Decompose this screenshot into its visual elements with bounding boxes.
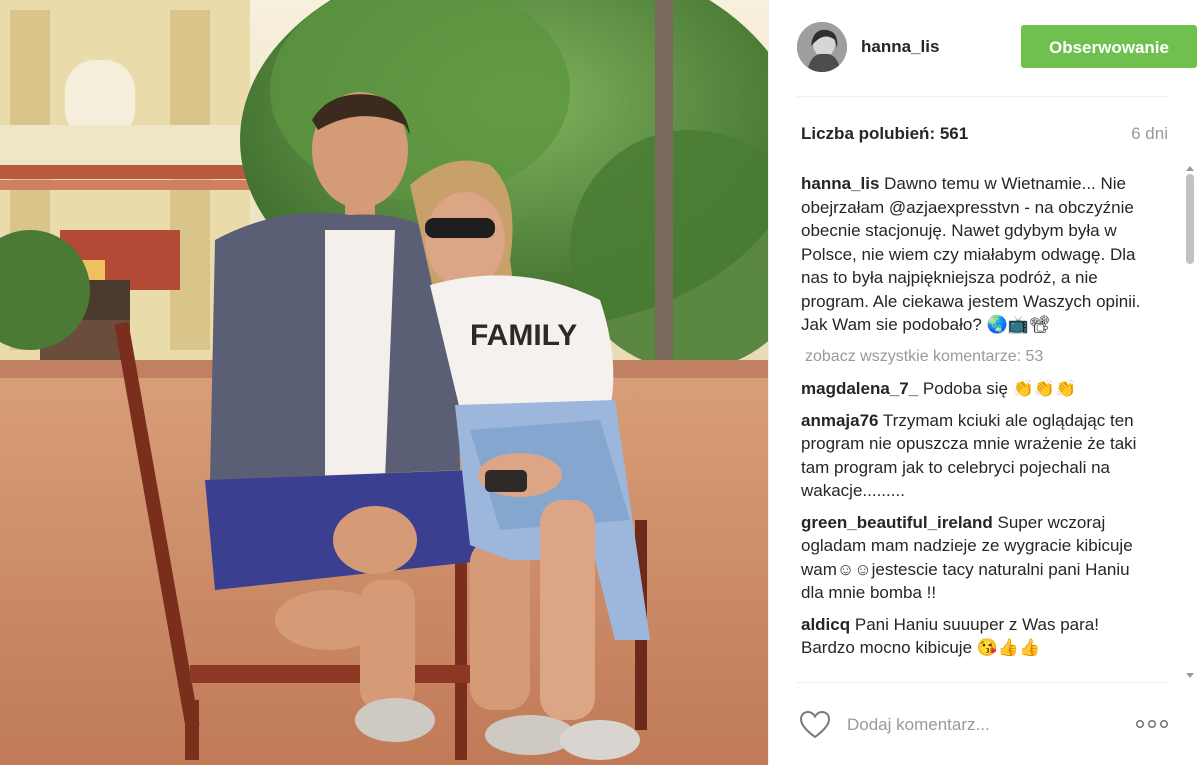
- comment-username[interactable]: aldicq: [801, 615, 850, 634]
- comments-list: hanna_lis Dawno temu w Wietnamie... Nie …: [801, 172, 1149, 682]
- following-button[interactable]: Obserwowanie: [1021, 25, 1197, 68]
- comment-username[interactable]: magdalena_7_: [801, 379, 918, 398]
- shirt-text: FAMILY: [470, 319, 577, 352]
- heart-icon[interactable]: [799, 710, 831, 740]
- caption-text: Dawno temu w Wietnamie... Nie obejrzałam…: [801, 174, 1141, 334]
- divider: [797, 96, 1169, 97]
- post-photo[interactable]: FAMILY: [0, 0, 768, 765]
- comment-username[interactable]: anmaja76: [801, 411, 879, 430]
- comment-item: aldicq Pani Haniu suuuper z Was para! Ba…: [801, 613, 1149, 660]
- comment-item: magdalena_7_ Podoba się 👏👏👏: [801, 377, 1149, 401]
- caption: hanna_lis Dawno temu w Wietnamie... Nie …: [801, 172, 1149, 337]
- avatar[interactable]: [797, 22, 847, 72]
- add-comment-input[interactable]: [845, 710, 1109, 740]
- post-author-username[interactable]: hanna_lis: [861, 37, 939, 57]
- post-age[interactable]: 6 dni: [1131, 124, 1168, 144]
- instagram-post-view: FAMILY hanna_lis Obserwowanie Liczba pol…: [0, 0, 1199, 765]
- more-options-icon[interactable]: [1135, 714, 1169, 734]
- post-details-panel: hanna_lis Obserwowanie Liczba polubień: …: [768, 0, 1199, 765]
- comment-item: anmaja76 Trzymam kciuki ale oglądając te…: [801, 409, 1149, 503]
- comment-text: Podoba się 👏👏👏: [922, 379, 1077, 398]
- scroll-down-arrow-icon[interactable]: [1186, 673, 1194, 678]
- likes-count[interactable]: Liczba polubień: 561: [801, 124, 968, 144]
- scroll-up-arrow-icon[interactable]: [1186, 166, 1194, 171]
- divider: [797, 682, 1169, 683]
- view-all-comments-link[interactable]: zobacz wszystkie komentarze: 53: [805, 345, 1149, 369]
- user-avatar-icon: [797, 22, 847, 72]
- comment-username[interactable]: green_beautiful_ireland: [801, 513, 993, 532]
- scroll-thumb[interactable]: [1186, 174, 1194, 264]
- comment-item: green_beautiful_ireland Super wczoraj og…: [801, 511, 1149, 605]
- comments-scrollbar[interactable]: [1183, 166, 1197, 678]
- post-photo-image: FAMILY: [0, 0, 768, 765]
- post-header: hanna_lis Obserwowanie: [797, 22, 1197, 74]
- caption-username[interactable]: hanna_lis: [801, 174, 879, 193]
